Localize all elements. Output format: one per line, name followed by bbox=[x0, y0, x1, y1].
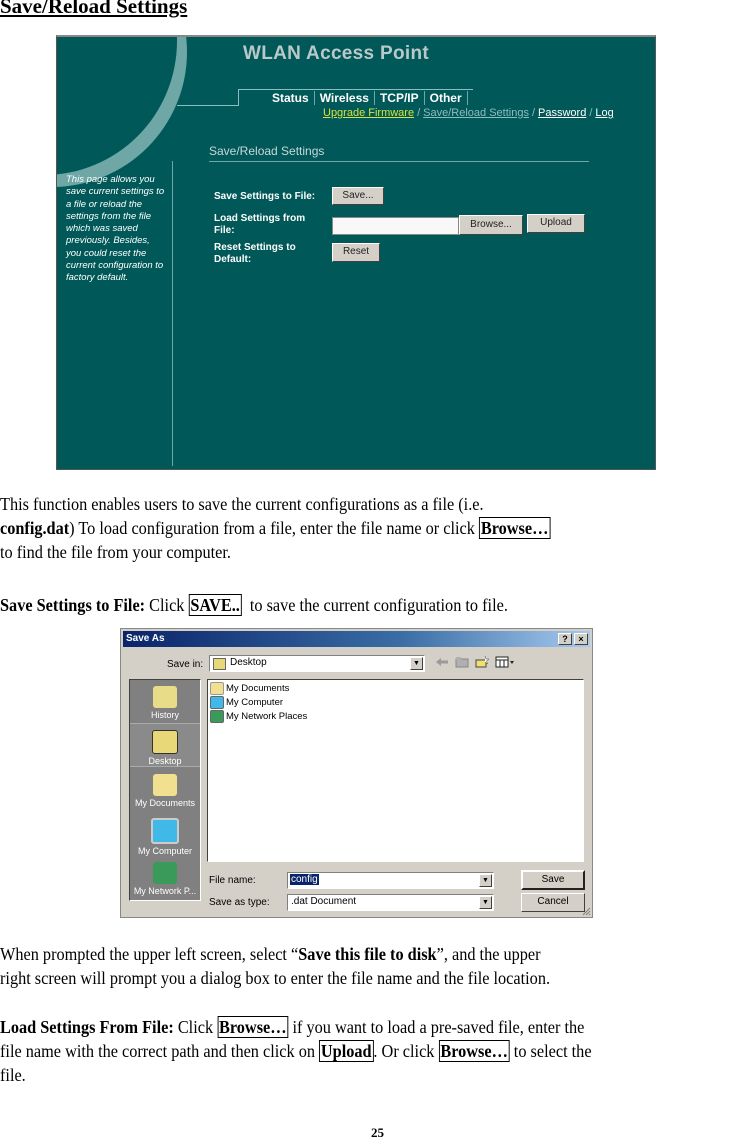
tab-other[interactable]: Other bbox=[425, 91, 468, 105]
dialog-cancel-button[interactable]: Cancel bbox=[521, 893, 585, 912]
place-my-network[interactable]: My Network P... bbox=[130, 862, 200, 896]
place-history[interactable]: History bbox=[130, 686, 200, 720]
network-icon bbox=[210, 710, 224, 723]
view-menu-icon[interactable] bbox=[495, 656, 515, 668]
place-my-computer[interactable]: My Computer bbox=[130, 818, 200, 856]
link-upgrade-firmware[interactable]: Upgrade Firmware bbox=[323, 107, 414, 119]
browse-button-ref: Browse… bbox=[438, 1040, 510, 1062]
file-list[interactable]: My Documents My Computer My Network Plac… bbox=[207, 679, 584, 862]
file-path-input[interactable] bbox=[332, 217, 459, 235]
close-icon[interactable]: × bbox=[574, 633, 588, 645]
upload-button-ref: Upload bbox=[319, 1040, 374, 1062]
folder-icon bbox=[153, 774, 177, 796]
save-settings-label: Save Settings to File: bbox=[214, 191, 316, 202]
chevron-down-icon[interactable]: ▼ bbox=[479, 896, 492, 909]
save-as-type-label: Save as type: bbox=[209, 897, 270, 908]
save-in-select[interactable]: Desktop ▼ bbox=[209, 655, 425, 672]
file-name-input[interactable]: config ▼ bbox=[287, 872, 494, 889]
tab-tcpip[interactable]: TCP/IP bbox=[375, 91, 425, 105]
resize-grip-icon[interactable] bbox=[581, 906, 591, 916]
app-title: WLAN Access Point bbox=[243, 43, 429, 64]
page-number: 25 bbox=[371, 1125, 384, 1140]
dialog-title: Save As bbox=[126, 633, 165, 644]
up-folder-icon[interactable] bbox=[455, 656, 469, 668]
folder-icon bbox=[210, 682, 224, 695]
link-save-reload-settings[interactable]: Save/Reload Settings bbox=[423, 107, 529, 119]
prompt-paragraph: When prompted the upper left screen, sel… bbox=[0, 944, 551, 988]
dialog-save-button[interactable]: Save bbox=[521, 870, 585, 890]
divider bbox=[209, 161, 589, 162]
intro-paragraph: This function enables users to save the … bbox=[0, 494, 551, 562]
save-settings-paragraph: Save Settings to File: Click SAVE.. to s… bbox=[0, 594, 508, 616]
places-bar: History Desktop My Documents My Computer… bbox=[129, 679, 201, 901]
history-icon bbox=[153, 686, 177, 708]
reset-button[interactable]: Reset bbox=[332, 243, 380, 262]
main-tabs: Status Wireless TCP/IP Other bbox=[267, 91, 468, 105]
load-settings-label: Load Settings from File: bbox=[214, 213, 306, 236]
document-title: Save/Reload Settings bbox=[0, 0, 188, 18]
back-arrow-icon[interactable] bbox=[435, 656, 449, 668]
reset-settings-label: Reset Settings to Default: bbox=[214, 242, 296, 265]
desktop-icon bbox=[152, 730, 178, 754]
help-text: This page allows you save current settin… bbox=[66, 174, 165, 284]
load-settings-paragraph: Load Settings From File: Click Browse… i… bbox=[0, 1016, 592, 1085]
place-my-documents[interactable]: My Documents bbox=[130, 774, 200, 808]
computer-icon bbox=[151, 818, 179, 844]
place-desktop[interactable]: Desktop bbox=[130, 723, 200, 767]
save-button[interactable]: Save... bbox=[332, 187, 384, 205]
link-password[interactable]: Password bbox=[538, 107, 586, 119]
list-item[interactable]: My Network Places bbox=[210, 710, 307, 723]
divider bbox=[172, 161, 173, 466]
link-log[interactable]: Log bbox=[595, 107, 613, 119]
router-screenshot: WLAN Access Point Status Wireless TCP/IP… bbox=[56, 35, 656, 470]
browse-button-ref: Browse… bbox=[478, 517, 551, 539]
sub-navigation: Upgrade Firmware / Save/Reload Settings / Pa… bbox=[323, 107, 614, 119]
tab-wireless[interactable]: Wireless bbox=[315, 91, 375, 105]
network-icon bbox=[153, 862, 177, 884]
save-as-dialog: Save As ? × Save in: Desktop ▼ History D… bbox=[120, 628, 593, 918]
desktop-icon bbox=[213, 658, 226, 670]
save-as-type-select[interactable]: .dat Document ▼ bbox=[287, 894, 494, 911]
chevron-down-icon[interactable]: ▼ bbox=[479, 874, 492, 887]
new-folder-icon[interactable] bbox=[475, 656, 489, 668]
file-name-label: File name: bbox=[209, 875, 256, 886]
computer-icon bbox=[210, 696, 224, 709]
help-icon[interactable]: ? bbox=[558, 633, 572, 645]
dialog-titlebar: Save As ? × bbox=[123, 631, 590, 647]
tab-status[interactable]: Status bbox=[267, 91, 315, 105]
save-button-ref: SAVE.. bbox=[188, 594, 242, 616]
section-title: Save/Reload Settings bbox=[209, 144, 325, 158]
list-item[interactable]: My Computer bbox=[210, 696, 283, 709]
upload-button[interactable]: Upload bbox=[527, 214, 585, 233]
browse-button-ref: Browse… bbox=[217, 1016, 289, 1038]
save-in-label: Save in: bbox=[167, 659, 204, 670]
list-item[interactable]: My Documents bbox=[210, 682, 289, 695]
chevron-down-icon[interactable]: ▼ bbox=[410, 657, 423, 670]
browse-button[interactable]: Browse... bbox=[459, 215, 523, 235]
